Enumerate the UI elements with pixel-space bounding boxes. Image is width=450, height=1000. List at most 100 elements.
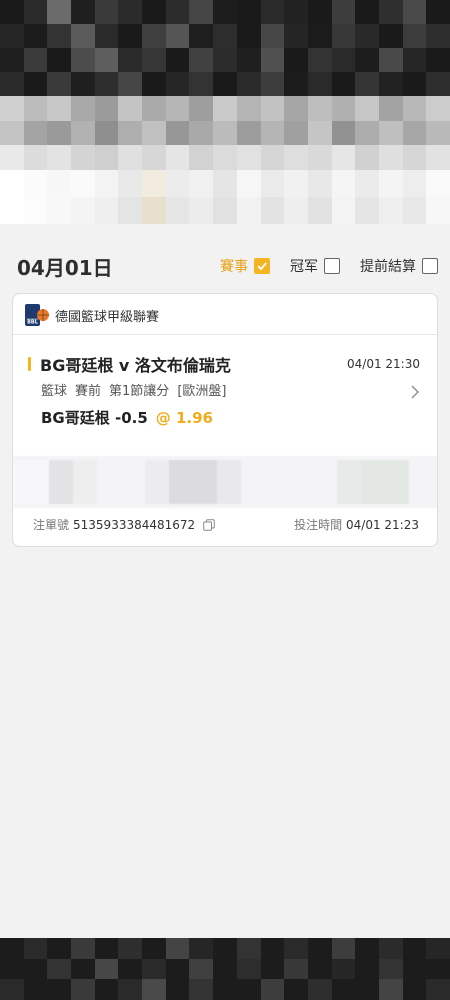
mosaic-block [402, 938, 427, 959]
mosaic-block [378, 145, 403, 170]
mosaic-block [47, 24, 72, 48]
mosaic-block [165, 145, 190, 170]
mosaic-block [213, 938, 237, 959]
mosaic-block [94, 979, 119, 1000]
copy-icon[interactable] [203, 518, 215, 531]
mosaic-block [307, 145, 332, 170]
filter-events-label: 賽事 [220, 259, 248, 275]
odds-type-label: [歐洲盤] [177, 384, 227, 399]
mosaic-block [165, 0, 190, 24]
chevron-right-icon[interactable] [411, 384, 419, 403]
mosaic-block [71, 979, 95, 1000]
mosaic-block [0, 145, 24, 170]
bet-id-label: 注單號 [33, 518, 70, 532]
mosaic-block [213, 958, 237, 980]
mosaic-block [142, 938, 166, 959]
mosaic-block [402, 958, 427, 980]
mosaic-block [355, 979, 379, 1000]
filter-champion[interactable]: 冠军 [290, 256, 340, 276]
mosaic-block [307, 24, 332, 48]
redacted-status-area [0, 0, 450, 96]
mosaic-block [378, 197, 403, 224]
mosaic-block [260, 96, 285, 121]
match-time: 04/01 21:30 [347, 357, 420, 371]
mosaic-block [165, 24, 190, 48]
mosaic-block [94, 96, 119, 121]
mosaic-block [260, 48, 285, 72]
mosaic-block [378, 0, 403, 24]
mosaic-block [331, 96, 356, 121]
mosaic-block [284, 120, 308, 146]
checkbox-checked-icon[interactable] [254, 258, 270, 274]
mosaic-block [94, 72, 119, 96]
mosaic-block [260, 170, 285, 197]
mosaic-block [0, 170, 24, 197]
mosaic-block [142, 197, 166, 224]
mosaic-block [426, 958, 450, 980]
bet-footer: 注單號 5135933384481672 投注時間 04/01 21:23 [33, 516, 419, 533]
mosaic-block [189, 72, 214, 96]
mosaic-block [284, 48, 308, 72]
mosaic-block [71, 145, 95, 170]
mosaic-block [260, 24, 285, 48]
mosaic-block [378, 24, 403, 48]
mosaic-block [47, 0, 72, 24]
mosaic-block [402, 979, 427, 1000]
checkbox-unchecked-icon[interactable] [422, 258, 438, 274]
mosaic-block [236, 0, 261, 24]
mosaic-block [47, 72, 72, 96]
mosaic-block [331, 958, 356, 980]
mosaic-block [284, 72, 308, 96]
mosaic-block [189, 979, 214, 1000]
mosaic-block [426, 938, 450, 959]
mosaic-block [165, 120, 190, 146]
mosaic-block [118, 979, 143, 1000]
mosaic-block [47, 48, 72, 72]
bet-card[interactable]: BBL 德國籃球甲級聯賽 BG哥廷根 v 洛文布倫瑞克 04/01 21:30 … [12, 293, 438, 547]
mosaic-block [189, 120, 214, 146]
mosaic-block [236, 197, 261, 224]
bet-time-label: 投注時間 [294, 518, 343, 532]
filter-events[interactable]: 賽事 [220, 256, 270, 276]
mosaic-block [307, 96, 332, 121]
mosaic-block [47, 979, 72, 1000]
mosaic-block [165, 48, 190, 72]
redacted-amount-area [13, 456, 437, 508]
mosaic-block [47, 145, 72, 170]
mosaic-block [142, 979, 166, 1000]
mosaic-block [355, 48, 379, 72]
mosaic-block [23, 72, 48, 96]
mosaic-block [331, 938, 356, 959]
mosaic-block [94, 120, 119, 146]
mosaic-block [355, 170, 379, 197]
mosaic-block [307, 197, 332, 224]
mosaic-block [260, 979, 285, 1000]
mosaic-block [165, 979, 190, 1000]
mosaic-block [426, 197, 450, 224]
mosaic-block [71, 120, 95, 146]
checkbox-unchecked-icon[interactable] [324, 258, 340, 274]
mosaic-block [118, 0, 143, 24]
mosaic-block [142, 170, 166, 197]
mosaic-block [94, 958, 119, 980]
mosaic-block [260, 120, 285, 146]
market-label: 第1節讓分 [109, 384, 170, 399]
mosaic-block [355, 24, 379, 48]
redacted-bottom-bar [0, 938, 450, 1000]
date-label: 04月01日 [17, 255, 113, 280]
mosaic-block [284, 24, 308, 48]
filter-early-settlement[interactable]: 提前結算 [360, 256, 438, 276]
mosaic-block [189, 48, 214, 72]
mosaic-block [71, 0, 95, 24]
mosaic-block [118, 96, 143, 121]
mosaic-block [23, 197, 48, 224]
mosaic-block [402, 197, 427, 224]
mosaic-block [284, 958, 308, 980]
mosaic-block [426, 120, 450, 146]
mosaic-block [426, 0, 450, 24]
mosaic-block [331, 48, 356, 72]
mosaic-block [23, 979, 48, 1000]
mosaic-block [0, 197, 24, 224]
mosaic-block [118, 958, 143, 980]
mosaic-block [213, 145, 237, 170]
